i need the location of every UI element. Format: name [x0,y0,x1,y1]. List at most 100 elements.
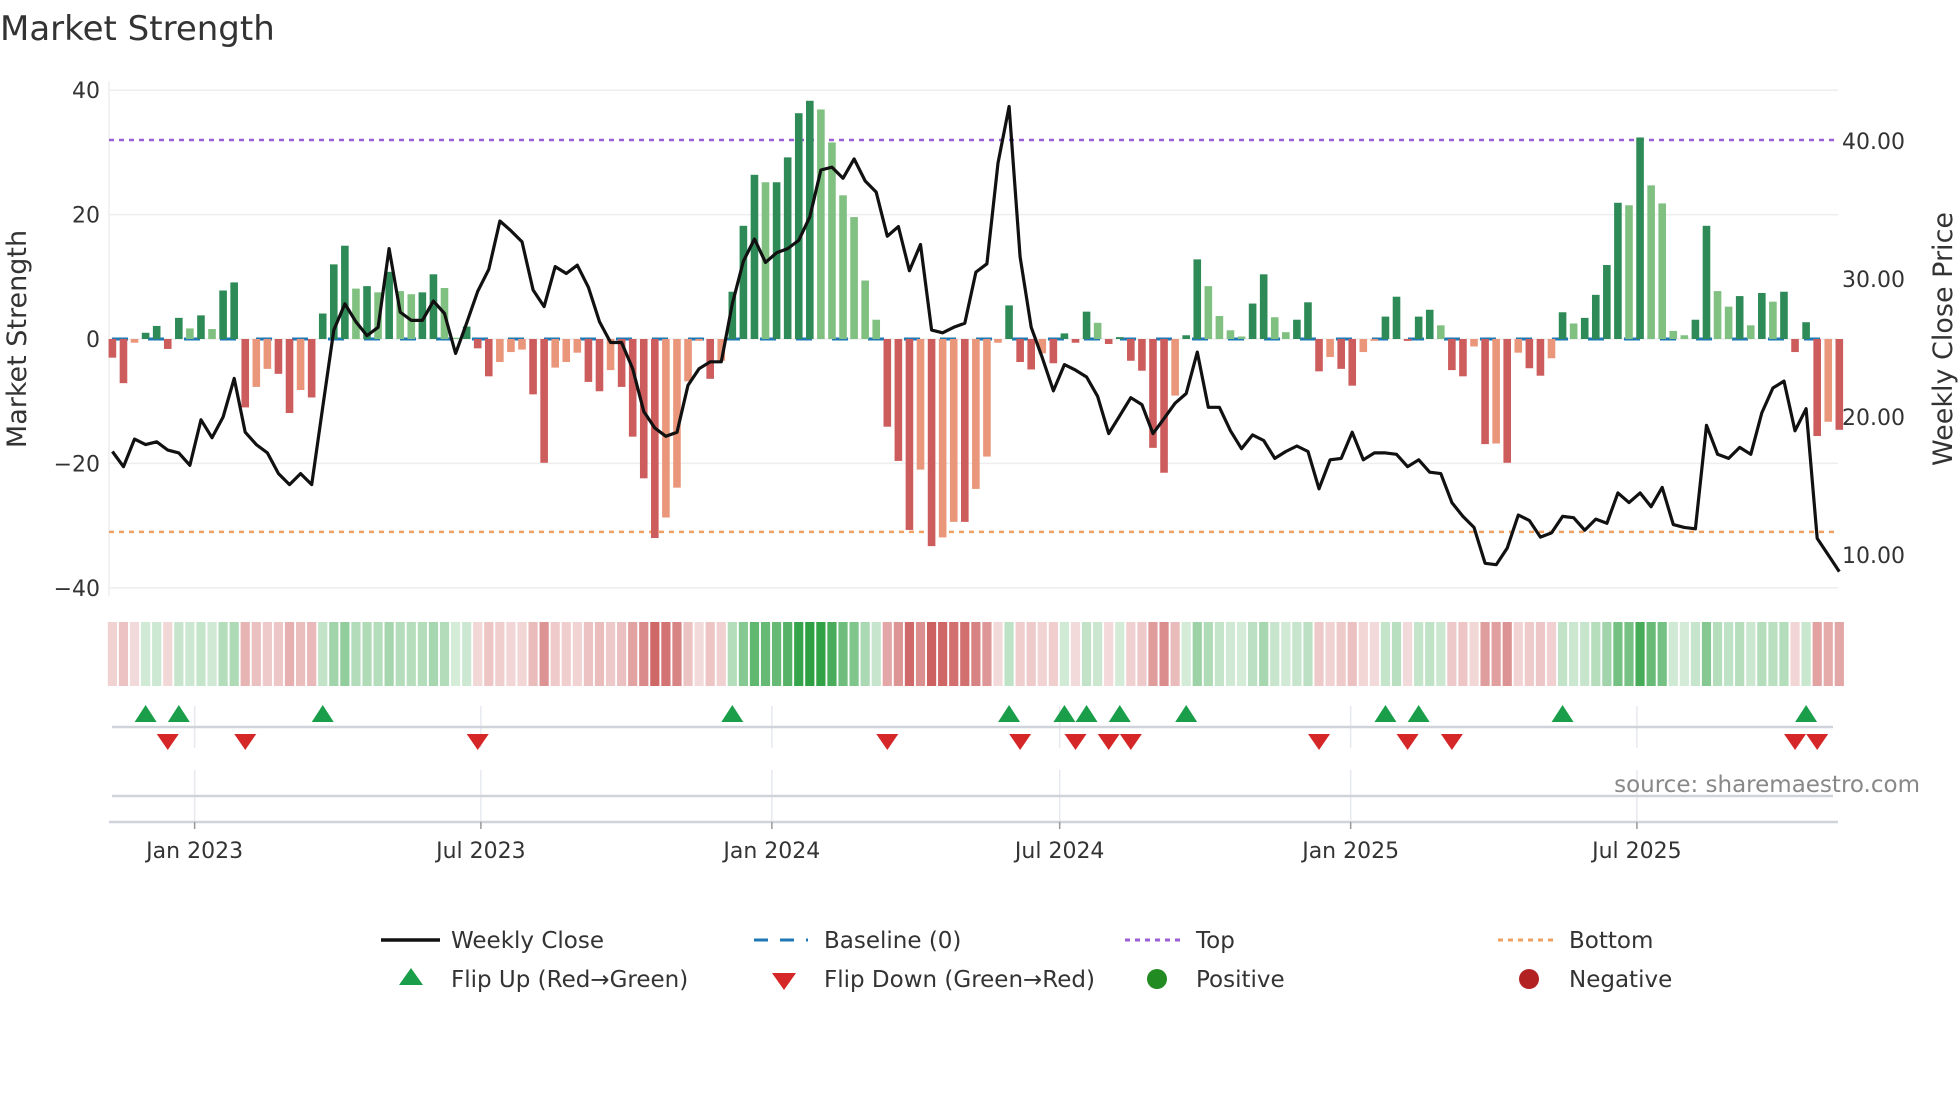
x-tick-label: Jan 2023 [144,839,243,864]
bar-positive [197,315,205,339]
bar-negative [1016,339,1024,363]
legend-label: Top [1195,928,1235,954]
strip-cell-negative [1048,622,1058,686]
bar-positive [750,174,759,339]
strip-cell-negative [938,622,948,686]
legend-item-bottom[interactable]: Bottom [1498,928,1653,954]
bar-positive [1381,316,1390,339]
strip-cell-positive [1181,622,1191,686]
strip-cell-positive [229,622,239,686]
strip-cell-positive [1059,622,1070,686]
legend-item-top[interactable]: Top [1125,928,1235,954]
flip-down-marker [1064,734,1087,750]
flip-up-marker [1075,705,1098,722]
bar-negative [1503,339,1512,463]
strip-cell-negative [1347,622,1357,686]
bar-positive [230,282,238,339]
strip-cell-positive [340,622,350,686]
strip-cell-positive [362,622,372,686]
strip-cell-positive [351,622,361,686]
strip-cell-positive [384,622,394,686]
strip-cell-positive [1004,622,1014,686]
right-axis-ticks: 40.00 30.00 20.00 10.00 [1842,130,1905,569]
strip-cell-positive [373,622,383,686]
flip-down-marker [1097,734,1120,750]
bar-negative [960,339,969,522]
strip-cell-negative [1535,622,1546,686]
bar-negative [706,339,714,379]
legend-label: Bottom [1569,928,1653,954]
flip-up-marker [311,705,334,722]
bar-negative [1403,339,1412,341]
strip-cell-negative [1480,622,1490,686]
bar-positive [772,182,781,339]
bar-negative [1171,339,1179,396]
strip-cell-negative [628,622,638,686]
legend-item-flip-up[interactable]: Flip Up (Red→Green) [399,967,688,993]
bar-positive [1702,225,1711,339]
bar-positive [1005,305,1013,339]
legend-item-baseline[interactable]: Baseline (0) [754,928,961,954]
strip-cell-negative [561,622,571,686]
bar-positive [1237,336,1246,339]
bar-positive [1680,335,1689,339]
strip-cell-negative [240,622,250,686]
strip-cell-negative [163,622,173,686]
strip-cell-positive [1436,622,1446,686]
bar-positive [1060,333,1069,339]
flip-down-marker [1806,734,1829,750]
strip-cell-negative [1834,622,1844,686]
bar-negative [927,339,936,547]
lower-panel [109,770,1838,824]
strip-cell-positive [1081,622,1092,686]
bar-negative [241,339,250,408]
bar-positive [1093,322,1102,339]
bar-negative [584,339,593,382]
bar-negative [252,339,261,387]
strip-cell-positive [1414,622,1424,686]
bar-positive [1304,302,1312,339]
bar-positive [141,332,150,339]
bar-negative [518,339,526,350]
strip-cell-negative [594,622,605,686]
bar-positive [1270,317,1279,339]
bar-negative [894,339,903,461]
strip-cell-negative [1369,622,1379,686]
strip-cell-positive [141,622,151,686]
bar-negative [573,339,582,353]
strip-cell-positive [1259,622,1269,686]
bar-negative [916,339,925,470]
strip-cell-positive [860,622,870,686]
strip-cell-negative [262,622,272,686]
strip-cell-positive [1292,622,1302,686]
strip-cell-positive [218,622,228,686]
legend-label: Flip Up (Red→Green) [451,967,688,993]
legend-item-positive[interactable]: Positive [1147,967,1285,993]
strip-cell-negative [993,622,1003,686]
strip-cell-negative [583,622,594,686]
x-tick-label: Jan 2024 [721,839,820,864]
flip-down-marker [156,734,179,750]
bar-positive [1780,291,1788,339]
strip-cell-negative [1159,622,1169,686]
bar-negative [296,339,305,391]
legend-label: Weekly Close [451,928,604,954]
flip-down-marker [876,734,899,750]
legend-label: Flip Down (Green→Red) [824,967,1095,993]
bar-negative [994,339,1002,343]
legend-item-flip-down[interactable]: Flip Down (Green→Red) [772,967,1095,993]
y2-axis-title: Weekly Close Price [1928,212,1959,466]
legend-item-weekly-close[interactable]: Weekly Close [381,928,604,954]
strip-cell-negative [639,622,649,686]
strip-cell-negative [1325,622,1335,686]
positive-dot-icon [1147,969,1167,989]
strip-cell-positive [395,622,405,686]
strip-cell-positive [1236,622,1247,686]
flip-up-marker [1175,705,1198,722]
strip-cell-negative [118,622,129,686]
legend-item-negative[interactable]: Negative [1519,967,1672,993]
legend-label: Baseline (0) [824,928,961,954]
strip-cell-negative [1336,622,1346,686]
bar-negative [1049,339,1058,364]
strip-cell-positive [1380,622,1391,686]
